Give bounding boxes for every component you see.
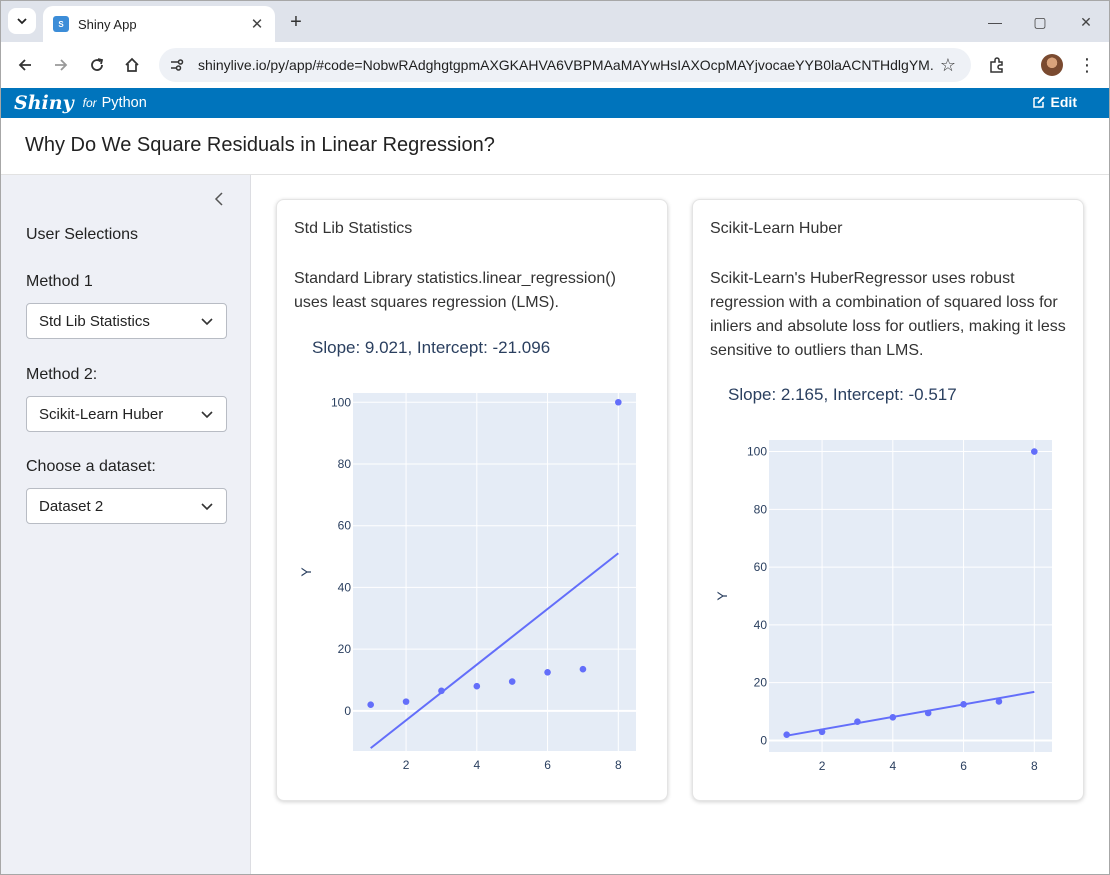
edit-button[interactable]: Edit xyxy=(1032,94,1077,110)
card-title: Scikit-Learn Huber xyxy=(710,220,843,237)
chevron-down-icon xyxy=(17,18,27,25)
x-tick-label: 2 xyxy=(403,758,410,772)
x-tick-label: 4 xyxy=(889,759,896,773)
y-axis-label: Y xyxy=(714,591,730,601)
method2-label: Method 2: xyxy=(26,366,98,383)
chevron-left-icon xyxy=(214,192,223,206)
maximize-icon[interactable]: ▢ xyxy=(1028,10,1052,34)
chevron-down-icon xyxy=(201,411,213,419)
edit-label: Edit xyxy=(1050,94,1077,110)
y-tick-label: 100 xyxy=(331,395,351,409)
close-window-icon[interactable]: ✕ xyxy=(1074,10,1098,34)
y-axis-label: Y xyxy=(298,567,314,577)
method1-select[interactable]: Std Lib Statistics xyxy=(26,303,227,339)
shiny-navbar: Shiny for Python Edit xyxy=(1,88,1109,118)
data-point xyxy=(1031,448,1038,455)
data-point xyxy=(402,698,410,705)
card-title: Std Lib Statistics xyxy=(294,220,413,237)
y-tick-label: 40 xyxy=(338,580,352,594)
tab-title: Shiny App xyxy=(78,16,137,32)
y-tick-label: 60 xyxy=(338,519,352,533)
data-point xyxy=(367,701,374,709)
y-tick-label: 0 xyxy=(760,733,767,747)
address-bar[interactable]: shinylive.io/py/app/#code=NobwRAdghgtgpm… xyxy=(159,48,971,82)
method1-label: Method 1 xyxy=(26,273,93,290)
method2-select[interactable]: Scikit-Learn Huber xyxy=(26,396,227,432)
y-tick-label: 80 xyxy=(338,457,352,471)
data-point xyxy=(473,682,481,690)
data-point xyxy=(544,669,551,676)
tab-strip: S Shiny App ✕ + — ▢ ✕ xyxy=(1,1,1109,42)
main-content: Std Lib Statistics Standard Library stat… xyxy=(252,175,1109,874)
brand-python: Python xyxy=(101,95,147,111)
home-icon[interactable] xyxy=(119,52,145,78)
card-method1: Std Lib Statistics Standard Library stat… xyxy=(276,199,668,801)
site-info-icon[interactable] xyxy=(162,50,192,80)
forward-icon[interactable] xyxy=(48,52,74,78)
card-description: Standard Library statistics.linear_regre… xyxy=(294,270,616,311)
minimize-icon[interactable]: — xyxy=(983,10,1007,34)
new-tab-button[interactable]: + xyxy=(285,11,307,33)
chevron-down-icon xyxy=(201,503,213,511)
x-tick-label: 8 xyxy=(1031,759,1038,773)
card-description: Scikit-Learn's HuberRegressor uses robus… xyxy=(710,270,1066,359)
bookmark-star-icon[interactable]: ☆ xyxy=(933,55,963,76)
y-tick-label: 20 xyxy=(338,642,352,656)
brand-for: for xyxy=(82,96,97,110)
y-tick-label: 60 xyxy=(754,560,768,574)
x-tick-label: 6 xyxy=(544,758,551,772)
browser-toolbar: shinylive.io/py/app/#code=NobwRAdghgtgpm… xyxy=(1,42,1109,89)
browser-chrome: S Shiny App ✕ + — ▢ ✕ shinylive.io/py/ap… xyxy=(0,0,1110,89)
back-icon[interactable] xyxy=(12,52,38,78)
data-point xyxy=(615,398,622,406)
y-tick-label: 100 xyxy=(747,445,767,459)
url-text: shinylive.io/py/app/#code=NobwRAdghgtgpm… xyxy=(198,57,933,73)
data-point xyxy=(508,678,516,685)
plot-area xyxy=(769,440,1052,752)
edit-icon xyxy=(1032,96,1045,108)
dataset-label: Choose a dataset: xyxy=(26,458,156,475)
sidebar-collapse-button[interactable] xyxy=(213,191,225,212)
page-title: Why Do We Square Residuals in Linear Reg… xyxy=(25,134,495,156)
x-tick-label: 6 xyxy=(960,759,967,773)
close-tab-icon[interactable]: ✕ xyxy=(247,14,267,34)
y-tick-label: 40 xyxy=(754,618,768,632)
data-point xyxy=(579,665,587,673)
chevron-down-icon xyxy=(201,318,213,326)
regression-plot[interactable]: Slope: 2.165, Intercept: -0.5172 4 6 802040… xyxy=(693,377,1085,781)
method2-value: Scikit-Learn Huber xyxy=(39,405,164,423)
method1-value: Std Lib Statistics xyxy=(39,312,150,330)
chart-title: Slope: 9.021, Intercept: -21.096 xyxy=(312,338,550,357)
dataset-select[interactable]: Dataset 2 xyxy=(26,488,227,524)
y-tick-label: 80 xyxy=(754,502,768,516)
browser-menu-icon[interactable]: ⋮ xyxy=(1074,52,1100,78)
shiny-favicon-icon: S xyxy=(53,16,69,32)
chart-title: Slope: 2.165, Intercept: -0.517 xyxy=(728,385,957,404)
profile-avatar[interactable] xyxy=(1041,54,1063,76)
regression-plot[interactable]: Slope: 9.021, Intercept: -21.0962 4 6 80204… xyxy=(277,330,669,780)
page-header: Why Do We Square Residuals in Linear Reg… xyxy=(1,118,1109,175)
y-tick-label: 0 xyxy=(344,704,351,718)
x-tick-label: 8 xyxy=(615,758,622,772)
brand-logo: Shiny xyxy=(14,92,74,114)
sidebar: User Selections Method 1 Std Lib Statist… xyxy=(1,175,251,874)
tab-search-button[interactable] xyxy=(8,8,36,34)
reload-icon[interactable] xyxy=(84,52,110,78)
y-tick-label: 20 xyxy=(754,676,768,690)
x-tick-label: 4 xyxy=(473,758,480,772)
dataset-value: Dataset 2 xyxy=(39,497,104,515)
extensions-icon[interactable] xyxy=(984,52,1010,78)
card-method2: Scikit-Learn Huber Scikit-Learn's HuberR… xyxy=(692,199,1084,801)
x-tick-label: 2 xyxy=(819,759,826,773)
sidebar-heading: User Selections xyxy=(26,226,139,243)
browser-tab[interactable]: S Shiny App ✕ xyxy=(43,6,275,42)
